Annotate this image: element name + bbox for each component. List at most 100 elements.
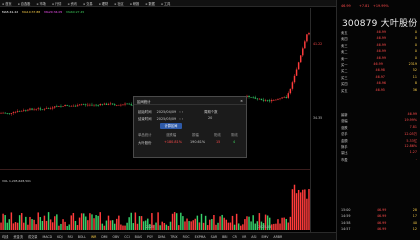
indicator-tab[interactable]: 均线 [2, 234, 8, 239]
price-label-mid: 34.35 [313, 116, 323, 120]
indicator-tab[interactable]: CR [232, 235, 236, 239]
volume-bar [91, 214, 93, 230]
candle-body [248, 95, 250, 97]
volume-bar [200, 213, 203, 230]
candle-body [82, 104, 85, 106]
toolbar-item[interactable]: 自选股 [18, 1, 31, 6]
volume-bar [116, 218, 118, 230]
candle-body [291, 82, 294, 89]
end-time-value[interactable]: 2025/05/09 [157, 117, 177, 121]
candle-body [287, 93, 290, 98]
toolbar-item[interactable]: 首页 [2, 1, 11, 6]
candle-body [68, 105, 70, 107]
cell-vol: 36 [412, 87, 417, 92]
candle-body [250, 96, 252, 98]
candle-body [29, 108, 31, 110]
volume-bar [95, 215, 97, 230]
volume-bar [37, 212, 39, 230]
indicator-tab[interactable]: EXPMA [195, 235, 206, 239]
toolbar-item[interactable]: 市场 [36, 1, 46, 6]
volume-bar [130, 212, 132, 230]
volume-bar [299, 192, 302, 230]
toolbar-item[interactable]: 理财 [99, 1, 108, 6]
close-icon[interactable]: × [240, 99, 243, 103]
start-time-value[interactable]: 2025/04/09 [157, 110, 177, 114]
volume-bar [39, 217, 42, 230]
toolbar-item[interactable]: 工具 [161, 1, 170, 6]
volume-bar [76, 225, 79, 230]
candle-body [120, 104, 122, 106]
volume-bar [80, 213, 83, 230]
volume-bar [134, 212, 137, 230]
indicator-tab[interactable]: 成交量 [28, 234, 38, 239]
latest-change: +7.81 [359, 4, 370, 8]
volume-bar [12, 223, 15, 230]
volume-bar [60, 223, 62, 230]
indicator-tab[interactable]: 资金流 [13, 234, 23, 239]
indicator-tab[interactable]: MACD [43, 235, 53, 239]
candle-body [293, 75, 296, 83]
volume-bar [291, 189, 294, 230]
toolbar-item[interactable]: 资讯 [67, 1, 77, 6]
volume-bar [306, 198, 308, 230]
ma-legend: MA5:41.22 MA10:37.88 MA20:34.05 MA60:27.45 [2, 10, 84, 14]
ma-legend-item: MA20:34.05 [44, 10, 62, 14]
candle-body [85, 104, 87, 106]
ma-legend-value: 27.45 [75, 10, 85, 14]
indicator-tab[interactable]: DMA [158, 235, 165, 239]
candle-body [72, 105, 75, 107]
indicator-tab[interactable]: WR [91, 235, 96, 239]
volume-bar [252, 215, 254, 230]
toolbar-item[interactable]: 社区 [114, 1, 123, 6]
toolbar-item[interactable]: 行情 [52, 1, 61, 6]
indicator-tab[interactable]: BOLL [78, 235, 86, 239]
toolbar-item[interactable]: 交易 [83, 1, 92, 6]
indicator-tab[interactable]: EMV [261, 235, 268, 239]
candle-body [304, 41, 306, 49]
volume-bar [215, 224, 217, 230]
volume-bar [109, 220, 112, 230]
indicator-tab[interactable]: ROC [183, 235, 190, 239]
indicator-tab[interactable]: BIAS [135, 235, 142, 239]
candle-body [273, 100, 275, 101]
candle-body [271, 100, 273, 102]
volume-bar [142, 221, 145, 230]
indicator-tab[interactable]: VR [242, 235, 246, 239]
volume-bar [126, 222, 128, 230]
candle-body [91, 104, 93, 106]
end-time-stepper-icon[interactable]: ‹ › [179, 117, 183, 121]
indicator-tab[interactable]: BBI [222, 235, 227, 239]
toolbar-item[interactable]: 数据 [145, 1, 154, 6]
indicator-tab[interactable]: ARBR [273, 235, 282, 239]
column-header: 涨跌幅 [166, 133, 177, 137]
indicator-tab[interactable]: PSY [147, 235, 153, 239]
indicator-tab[interactable]: CCI [124, 235, 129, 239]
volume-bar [72, 212, 75, 230]
order-book: 卖五 46.99 0 卖四 46.99 0 卖三 46.99 0 卖二 46.99 0 卖一 46.99 0… [341, 30, 417, 94]
toolbar-item[interactable]: 研报 [130, 1, 139, 6]
volume-bar [23, 222, 25, 230]
indicator-tab[interactable]: ASI [251, 235, 256, 239]
candle-body [47, 108, 50, 109]
indicator-tab[interactable]: OBV [112, 235, 119, 239]
volume-bar [188, 221, 190, 230]
indicator-tab[interactable]: KDJ [57, 235, 63, 239]
stock-code: 300879 [342, 19, 378, 29]
indicator-tab[interactable]: RSI [68, 235, 73, 239]
indicator-tab[interactable]: SAR [211, 235, 217, 239]
days-label: 周期个数 [204, 110, 218, 114]
volume-bar [66, 225, 68, 230]
days-value: 20 [208, 116, 213, 120]
indicator-tab[interactable]: TRIX [170, 235, 177, 239]
candle-body [264, 100, 267, 101]
volume-bar [237, 223, 240, 230]
volume-bar [78, 217, 81, 230]
indicator-tab[interactable]: DMI [101, 235, 107, 239]
column-header: 单品统计 [138, 133, 152, 137]
start-time-stepper-icon[interactable]: ‹ › [179, 110, 183, 114]
candle-body [283, 97, 285, 98]
candle-body [118, 104, 120, 106]
volume-bar [287, 222, 290, 230]
candle-body [297, 62, 300, 70]
calculate-button[interactable]: 计算区间 [160, 123, 182, 129]
